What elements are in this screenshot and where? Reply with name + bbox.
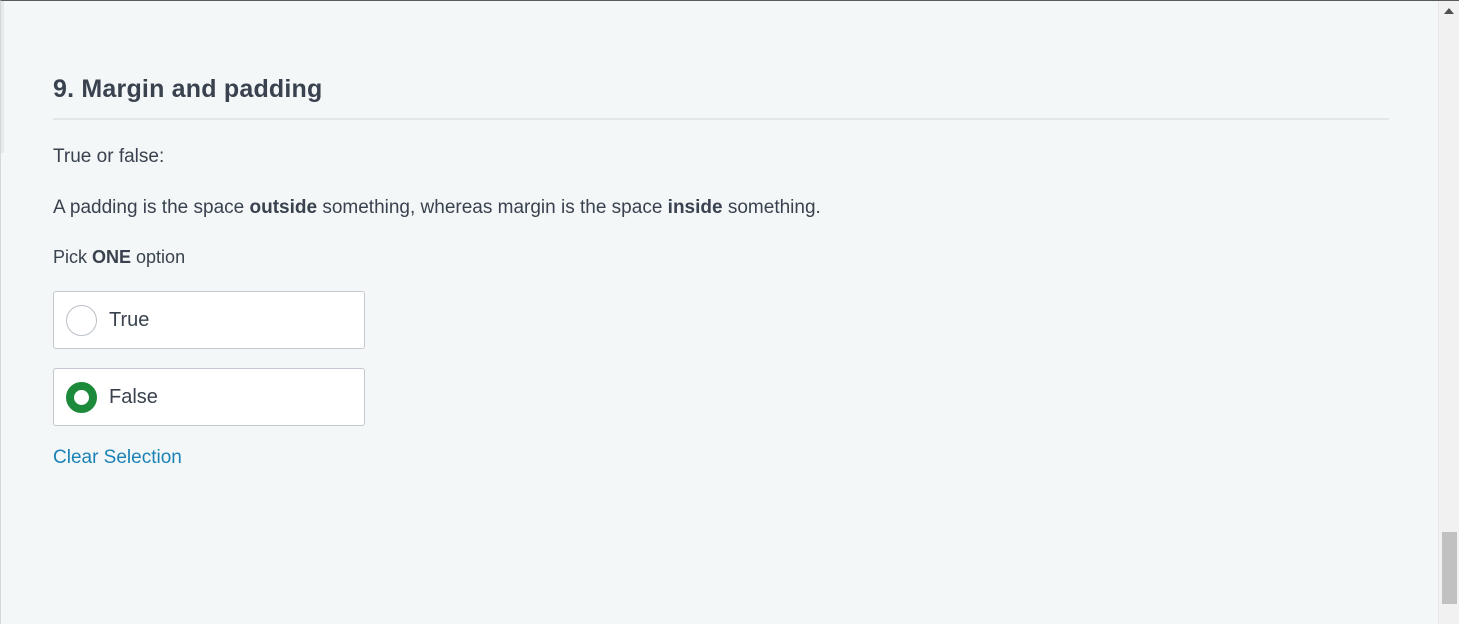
option-list: True False <box>53 291 1389 426</box>
statement-bold-outside: outside <box>249 197 318 218</box>
option-false[interactable]: False <box>53 368 365 426</box>
radio-checked-icon[interactable] <box>66 381 97 413</box>
vertical-scrollbar[interactable] <box>1438 1 1459 624</box>
question-card: 9. Margin and padding True or false: A p… <box>53 75 1389 469</box>
statement-bold-inside: inside <box>667 197 723 218</box>
instruction-prefix: Pick <box>53 247 93 267</box>
instruction-bold: ONE <box>92 247 132 267</box>
option-label: False <box>109 385 158 408</box>
page: 9. Margin and padding True or false: A p… <box>0 0 1459 624</box>
question-prompt: True or false: <box>53 146 165 167</box>
pick-instruction: Pick ONE option <box>53 247 1389 268</box>
scroll-up-arrow-icon[interactable] <box>1444 8 1454 14</box>
statement-text-2: something, whereas margin is the space <box>317 197 668 218</box>
clear-selection-link[interactable]: Clear Selection <box>53 447 182 469</box>
statement-text-1: A padding is the space <box>53 197 250 218</box>
statement-text-3: something. <box>722 197 821 218</box>
scroll-thumb[interactable] <box>1442 532 1457 604</box>
instruction-suffix: option <box>131 247 186 267</box>
left-edge-divider <box>1 1 4 153</box>
question-statement: A padding is the space outside something… <box>53 197 1389 219</box>
question-title: 9. Margin and padding <box>53 75 1389 120</box>
radio-unchecked-icon[interactable] <box>66 304 97 336</box>
option-true[interactable]: True <box>53 291 365 349</box>
option-label: True <box>109 308 150 331</box>
